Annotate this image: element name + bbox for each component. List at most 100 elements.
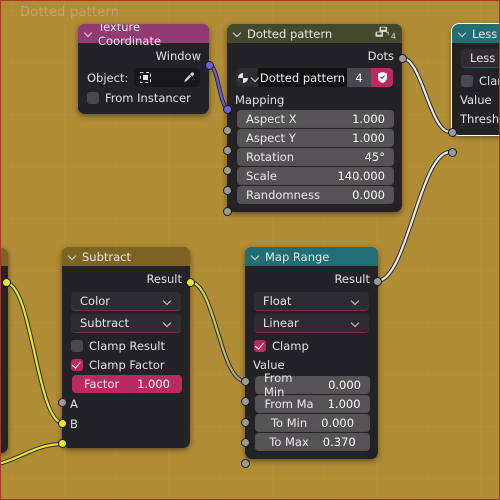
input-row-b: B — [62, 414, 190, 434]
field-label: Aspect Y — [246, 130, 296, 145]
input-label-value: Value — [460, 92, 492, 107]
field-to-max[interactable]: To Max 0.370 — [255, 433, 370, 451]
socket-less-than-value-input[interactable] — [448, 128, 457, 137]
socket-group-dots-output[interactable] — [398, 54, 407, 63]
chevron-down-icon[interactable] — [251, 74, 258, 81]
interpolation-dropdown[interactable]: Linear — [254, 314, 369, 333]
object-icon — [139, 71, 152, 84]
chevron-down-icon[interactable] — [251, 252, 260, 261]
socket-group-rotation-input[interactable] — [223, 166, 232, 175]
object-icon-svg — [140, 72, 152, 83]
clamp-factor-row[interactable]: Clamp Factor — [62, 355, 190, 374]
clamp-row[interactable]: Clamp — [245, 336, 378, 355]
clamp-checkbox[interactable] — [461, 74, 473, 87]
socket-map-range-result-output[interactable] — [373, 277, 382, 286]
field-from-min[interactable]: From Min 0.000 — [255, 371, 370, 399]
node-texture-coordinate-body: Window Object: From Instancer — [78, 43, 209, 114]
field-value: 1.000 — [352, 130, 385, 145]
field-scale[interactable]: Scale 140.000 — [237, 167, 394, 185]
field-rotation[interactable]: Rotation 45° — [237, 148, 394, 166]
blend-mode-dropdown[interactable]: Subtract — [71, 314, 181, 333]
datablock-users-count[interactable]: 4 — [347, 68, 371, 87]
node-dotted-pattern-header[interactable]: Dotted pattern 4 — [227, 24, 402, 43]
socket-subtract-factor-input[interactable] — [58, 398, 67, 407]
socket-group-randomness-input[interactable] — [223, 207, 232, 216]
socket-map-range-from-max-input[interactable] — [241, 418, 250, 427]
clamp-factor-checkbox[interactable] — [71, 358, 83, 371]
texture-browse-icon[interactable] — [236, 68, 258, 87]
clamp-checkbox[interactable] — [254, 339, 266, 352]
field-aspect-x[interactable]: Aspect X 1.000 — [237, 110, 394, 128]
data-type-dropdown[interactable]: Float — [254, 292, 369, 311]
chevron-down-icon[interactable] — [163, 297, 172, 306]
field-label: Randomness — [246, 187, 320, 202]
socket-map-range-value-input[interactable] — [241, 377, 250, 386]
node-map-range-header[interactable]: Map Range — [245, 247, 378, 266]
socket-map-range-to-max-input[interactable] — [241, 459, 250, 468]
data-type-dropdown[interactable]: Color — [71, 292, 181, 311]
node-dotted-pattern-group[interactable]: Dotted pattern 4 Dots Dotted pattern 4 M… — [227, 24, 402, 212]
field-to-min[interactable]: To Min 0.000 — [255, 414, 370, 432]
node-subtract[interactable]: Subtract Result Color Subtract Clamp Res… — [62, 247, 190, 448]
node-texture-coordinate[interactable]: Texture Coordinate Window Object: From I… — [78, 24, 209, 114]
field-randomness[interactable]: Randomness 0.000 — [237, 186, 394, 204]
field-from-max[interactable]: From Ma 1.000 — [255, 395, 370, 413]
input-row-threshold: Threshold — [452, 109, 500, 128]
socket-texcoord-window-output[interactable] — [205, 61, 214, 70]
chevron-down-icon[interactable] — [458, 29, 467, 38]
chevron-down-icon[interactable] — [163, 319, 172, 328]
socket-subtract-b-input[interactable] — [58, 439, 67, 448]
node-subtract-header[interactable]: Subtract — [62, 247, 190, 266]
chevron-down-icon[interactable] — [233, 29, 242, 38]
output-row-window: Window — [78, 46, 209, 66]
node-texture-coordinate-header[interactable]: Texture Coordinate — [78, 24, 209, 48]
field-value: 0.000 — [321, 415, 355, 430]
shield-icon[interactable] — [371, 68, 393, 87]
field-value: 140.000 — [337, 168, 385, 183]
eyedropper-icon[interactable] — [182, 71, 195, 84]
users-badge: 4 — [374, 26, 396, 41]
clamp-result-row[interactable]: Clamp Result — [62, 336, 190, 355]
node-title: Map Range — [265, 249, 330, 264]
socket-group-aspect-x-input[interactable] — [223, 126, 232, 135]
chevron-down-icon[interactable] — [351, 319, 360, 328]
factor-value: 1.000 — [137, 377, 170, 391]
socket-offscreen-output[interactable] — [2, 278, 11, 287]
field-label: Scale — [246, 168, 277, 183]
node-less-than[interactable]: Less Than Less Than Clamp Value Threshol… — [451, 23, 500, 136]
datablock-row[interactable]: Dotted pattern 4 — [227, 66, 402, 90]
socket-map-range-from-min-input[interactable] — [241, 397, 250, 406]
data-type-value: Float — [263, 294, 292, 308]
chevron-down-icon[interactable] — [68, 252, 77, 261]
socket-less-than-threshold-input[interactable] — [448, 148, 457, 157]
node-editor-canvas[interactable]: Dotted pattern Texture Coordinate Window… — [0, 0, 500, 500]
socket-group-aspect-y-input[interactable] — [223, 146, 232, 155]
object-field[interactable] — [134, 68, 200, 87]
chevron-down-icon[interactable] — [351, 297, 360, 306]
node-title: Less Than — [472, 26, 500, 41]
factor-slider[interactable]: Factor 1.000 — [72, 375, 182, 393]
datablock-name[interactable]: Dotted pattern — [258, 68, 347, 87]
chevron-down-icon[interactable] — [84, 29, 93, 38]
socket-subtract-a-input[interactable] — [58, 419, 67, 428]
node-map-range[interactable]: Map Range Result Float Linear Clamp Valu… — [245, 247, 378, 459]
blend-mode-value: Subtract — [80, 316, 130, 330]
output-label-result: Result — [146, 272, 182, 286]
socket-map-range-to-min-input[interactable] — [241, 438, 250, 447]
node-less-than-body: Less Than Clamp Value Threshold — [452, 43, 500, 135]
node-less-than-header[interactable]: Less Than — [452, 24, 500, 43]
field-aspect-y[interactable]: Aspect Y 1.000 — [237, 129, 394, 147]
clamp-row[interactable]: Clamp — [452, 71, 500, 90]
from-instancer-label: From Instancer — [105, 90, 191, 105]
operation-dropdown[interactable]: Less Than — [461, 49, 500, 68]
input-label-threshold: Threshold — [460, 111, 500, 126]
output-label-result: Result — [334, 272, 370, 286]
clamp-result-checkbox[interactable] — [71, 339, 83, 352]
socket-group-scale-input[interactable] — [223, 186, 232, 195]
field-label: From Ma — [264, 396, 314, 411]
socket-group-mapping-input[interactable] — [223, 105, 232, 114]
socket-subtract-result-output[interactable] — [186, 278, 195, 287]
data-type-value: Color — [80, 294, 111, 308]
from-instancer-checkbox[interactable] — [87, 91, 99, 104]
from-instancer-row[interactable]: From Instancer — [78, 88, 209, 107]
